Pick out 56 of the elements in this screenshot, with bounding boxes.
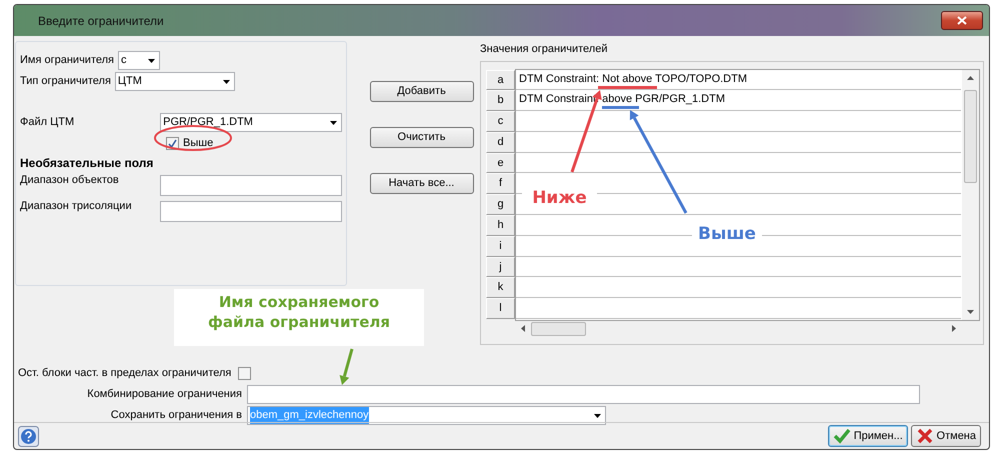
row-header[interactable]: h <box>486 215 515 236</box>
scroll-left-icon[interactable] <box>521 325 525 332</box>
row-header[interactable]: c <box>486 111 515 132</box>
help-button[interactable] <box>18 426 39 446</box>
name-dropdown[interactable]: c <box>118 51 160 70</box>
scroll-right-icon[interactable] <box>952 325 956 332</box>
row-header[interactable]: a <box>486 70 515 90</box>
close-button[interactable] <box>941 11 983 30</box>
range-field[interactable] <box>160 175 342 196</box>
action-button[interactable]: Начать все... <box>370 173 474 194</box>
underline-mark <box>598 86 657 89</box>
field-label: Комбинирование ограничения <box>86 387 243 402</box>
row-header[interactable]: d <box>486 132 515 153</box>
scrollbar-thumb[interactable] <box>531 322 586 336</box>
field-label: Диапазон объектов <box>20 173 120 188</box>
row-header[interactable]: g <box>486 194 515 216</box>
cross-icon <box>916 428 934 444</box>
field-label: Ост. блоки част. в пределах ограничителя <box>18 366 232 382</box>
scroll-down-icon[interactable] <box>967 310 974 314</box>
caret-icon <box>222 80 230 84</box>
row-header[interactable]: b <box>486 90 515 112</box>
combine-field[interactable] <box>247 385 920 404</box>
scroll-up-icon[interactable] <box>967 76 974 80</box>
row-header[interactable]: k <box>486 277 515 298</box>
checkmark-icon <box>832 428 851 444</box>
type-dropdown[interactable]: ЦТМ <box>114 72 235 91</box>
field-label: Сохранить ограничения в <box>110 408 243 424</box>
field-label: Файл ЦТМ <box>20 115 76 130</box>
row-header[interactable]: f <box>486 173 515 194</box>
caret-icon <box>330 120 337 124</box>
window-title: Введите ограничители <box>38 12 164 30</box>
apply-button[interactable]: Примен... <box>828 425 908 447</box>
row-header[interactable]: e <box>486 152 515 174</box>
annotation-arrow <box>340 348 354 385</box>
row-header[interactable]: i <box>486 236 515 257</box>
range-field[interactable] <box>160 201 342 222</box>
file-dropdown[interactable]: PGR/PGR_1.DTM <box>160 113 342 132</box>
vertical-scrollbar[interactable] <box>962 70 979 320</box>
action-button[interactable]: Добавить <box>370 81 474 102</box>
section-heading: Необязательные поля <box>20 155 154 172</box>
caret-icon <box>594 414 601 418</box>
table-cell: DTM Constraint: Not above TOPO/TOPO.DTM <box>519 72 748 84</box>
field-label: Имя ограничителя <box>20 53 114 68</box>
action-button[interactable]: Очистить <box>370 127 474 148</box>
cancel-button[interactable]: Отмена <box>910 425 981 447</box>
field-label: Тип ограничителя <box>20 74 111 90</box>
scrollbar-thumb[interactable] <box>964 90 977 182</box>
row-header[interactable]: j <box>486 256 515 278</box>
group-title: Значения ограничителей <box>480 42 608 57</box>
blocks-checkbox[interactable] <box>238 367 252 380</box>
checkbox-label: Выше <box>183 136 214 152</box>
close-icon <box>957 16 967 25</box>
caret-icon <box>148 58 155 62</box>
row-header[interactable]: l <box>486 298 515 320</box>
callout-tooltip: Имя сохраняемого файла ограничителя <box>174 289 424 346</box>
field-label: Диапазон трисоляции <box>20 199 133 214</box>
